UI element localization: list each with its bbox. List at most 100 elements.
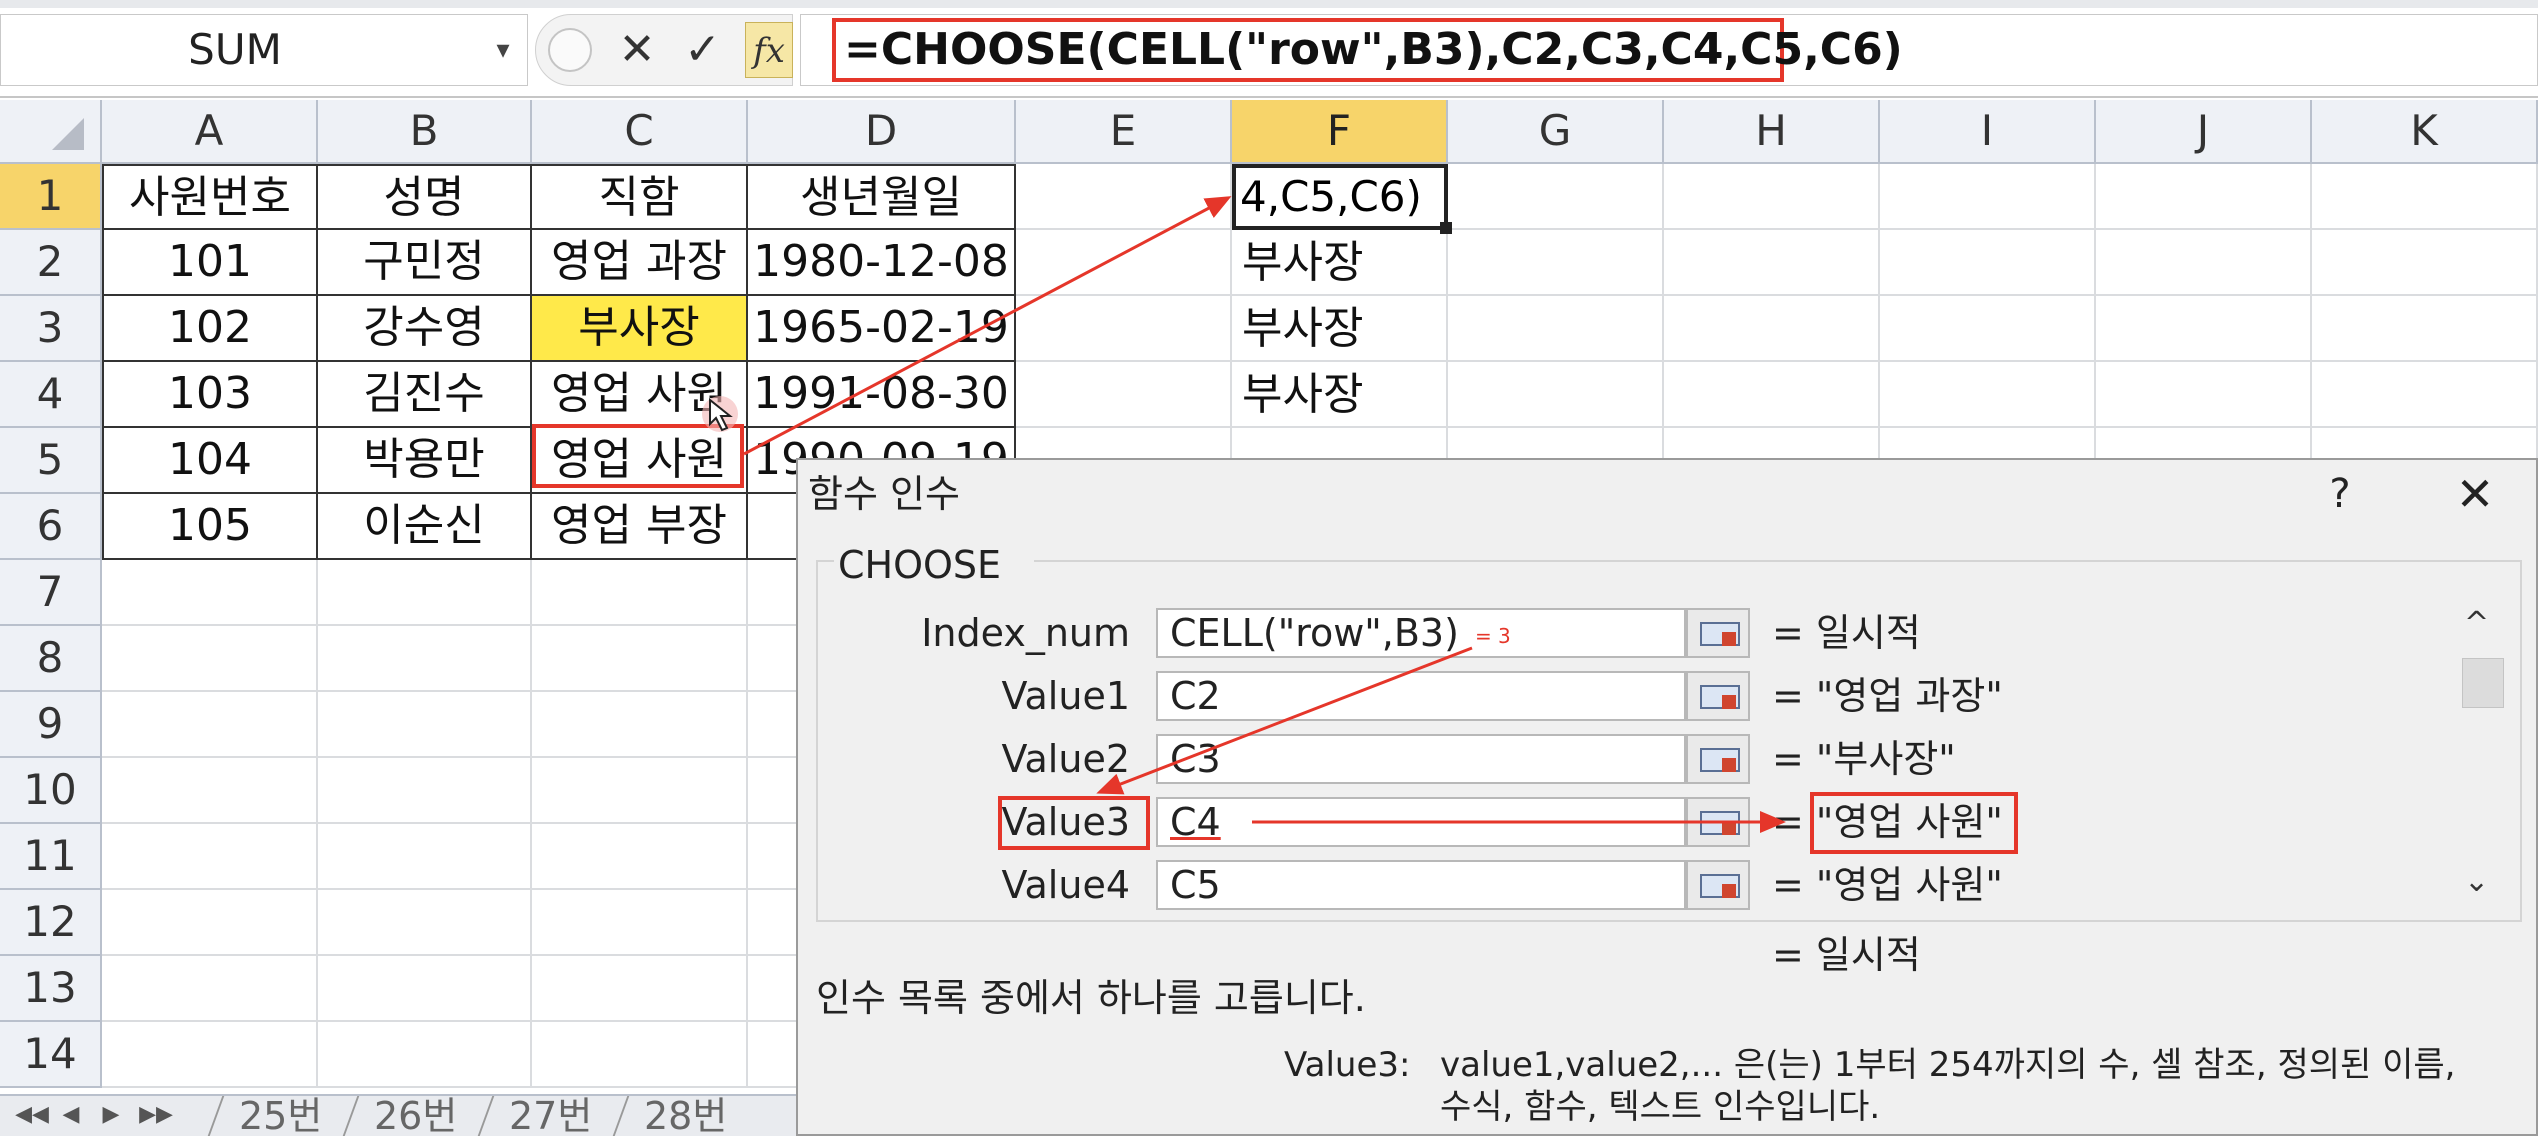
table-cell[interactable]: 박용만 bbox=[318, 428, 532, 494]
column-header-i[interactable]: I bbox=[1880, 100, 2096, 164]
grid-cell[interactable] bbox=[2096, 362, 2312, 428]
grid-cell[interactable] bbox=[102, 824, 318, 890]
grid-cell[interactable] bbox=[102, 626, 318, 692]
grid-cell[interactable] bbox=[532, 890, 748, 956]
table-cell[interactable]: 101 bbox=[102, 230, 318, 296]
grid-cell[interactable] bbox=[1016, 296, 1232, 362]
cell-f4[interactable]: 부사장 bbox=[1232, 362, 1448, 428]
table-cell[interactable]: 105 bbox=[102, 494, 318, 560]
cell-f3[interactable]: 부사장 bbox=[1232, 296, 1448, 362]
row-header-4[interactable]: 4 bbox=[0, 362, 102, 428]
table-cell[interactable]: 103 bbox=[102, 362, 318, 428]
table-cell[interactable]: 구민정 bbox=[318, 230, 532, 296]
sheet-tab[interactable]: 28번 bbox=[612, 1094, 758, 1138]
grid-cell[interactable] bbox=[318, 890, 532, 956]
next-sheet-icon[interactable]: ▶ bbox=[96, 1094, 126, 1136]
grid-cell[interactable] bbox=[1448, 230, 1664, 296]
grid-cell[interactable] bbox=[318, 758, 532, 824]
range-select-icon[interactable] bbox=[1686, 860, 1750, 910]
last-sheet-icon[interactable]: ▶▶ bbox=[136, 1094, 176, 1136]
grid-cell[interactable] bbox=[1880, 230, 2096, 296]
grid-cell[interactable] bbox=[318, 1022, 532, 1088]
row-header-3[interactable]: 3 bbox=[0, 296, 102, 362]
row-header-12[interactable]: 12 bbox=[0, 890, 102, 956]
table-cell[interactable]: 강수영 bbox=[318, 296, 532, 362]
cell-f1-editing[interactable]: 4,C5,C6) bbox=[1232, 164, 1448, 230]
row-header-6[interactable]: 6 bbox=[0, 494, 102, 560]
column-header-f[interactable]: F bbox=[1232, 100, 1448, 164]
grid-cell[interactable] bbox=[1448, 164, 1664, 230]
grid-cell[interactable] bbox=[532, 560, 748, 626]
grid-cell[interactable] bbox=[1664, 164, 1880, 230]
dialog-scrollbar[interactable]: ^ ⌄ bbox=[2448, 600, 2510, 912]
grid-cell[interactable] bbox=[1880, 164, 2096, 230]
sheet-tab[interactable]: 26번 bbox=[342, 1094, 488, 1138]
grid-cell[interactable] bbox=[532, 758, 748, 824]
table-cell[interactable]: 영업 부장 bbox=[532, 494, 748, 560]
table-header-cell[interactable]: 생년월일 bbox=[748, 164, 1016, 230]
column-header-b[interactable]: B bbox=[318, 100, 532, 164]
grid-cell[interactable] bbox=[2312, 230, 2538, 296]
grid-cell[interactable] bbox=[532, 692, 748, 758]
sheet-tab[interactable]: 25번 bbox=[207, 1094, 353, 1138]
grid-cell[interactable] bbox=[318, 956, 532, 1022]
arg-input-index-num[interactable]: CELL("row",B3) = 3 bbox=[1156, 608, 1686, 658]
arg-input-value4[interactable]: C5 bbox=[1156, 860, 1686, 910]
grid-cell[interactable] bbox=[532, 626, 748, 692]
prev-sheet-icon[interactable]: ◀ bbox=[56, 1094, 86, 1136]
scroll-down-icon[interactable]: ⌄ bbox=[2464, 864, 2489, 899]
column-header-e[interactable]: E bbox=[1016, 100, 1232, 164]
grid-cell[interactable] bbox=[1664, 362, 1880, 428]
table-cell[interactable]: 104 bbox=[102, 428, 318, 494]
grid-cell[interactable] bbox=[2096, 296, 2312, 362]
table-cell[interactable]: 1980-12-08 bbox=[748, 230, 1016, 296]
insert-function-button[interactable]: fx bbox=[745, 22, 793, 78]
grid-cell[interactable] bbox=[2096, 164, 2312, 230]
row-header-11[interactable]: 11 bbox=[0, 824, 102, 890]
grid-cell[interactable] bbox=[2096, 230, 2312, 296]
row-header-8[interactable]: 8 bbox=[0, 626, 102, 692]
row-header-10[interactable]: 10 bbox=[0, 758, 102, 824]
table-header-cell[interactable]: 성명 bbox=[318, 164, 532, 230]
grid-cell[interactable] bbox=[102, 1022, 318, 1088]
cell-f2[interactable]: 부사장 bbox=[1232, 230, 1448, 296]
grid-cell[interactable] bbox=[532, 1022, 748, 1088]
grid-cell[interactable] bbox=[102, 956, 318, 1022]
help-icon[interactable]: ? bbox=[2310, 464, 2370, 524]
row-header-14[interactable]: 14 bbox=[0, 1022, 102, 1088]
grid-cell[interactable] bbox=[1448, 296, 1664, 362]
arg-input-value1[interactable]: C2 bbox=[1156, 671, 1686, 721]
range-select-icon[interactable] bbox=[1686, 797, 1750, 847]
grid-cell[interactable] bbox=[102, 692, 318, 758]
grid-cell[interactable] bbox=[2312, 362, 2538, 428]
grid-cell[interactable] bbox=[1880, 296, 2096, 362]
grid-cell[interactable] bbox=[1664, 296, 1880, 362]
column-header-k[interactable]: K bbox=[2312, 100, 2538, 164]
grid-cell[interactable] bbox=[318, 824, 532, 890]
table-cell[interactable]: 102 bbox=[102, 296, 318, 362]
first-sheet-icon[interactable]: ◀◀ bbox=[12, 1094, 52, 1136]
select-all-corner[interactable] bbox=[0, 100, 102, 164]
cancel-icon[interactable]: ✕ bbox=[612, 14, 662, 86]
table-header-cell[interactable]: 사원번호 bbox=[102, 164, 318, 230]
scroll-thumb[interactable] bbox=[2462, 658, 2504, 708]
grid-cell[interactable] bbox=[1016, 230, 1232, 296]
column-header-d[interactable]: D bbox=[748, 100, 1016, 164]
sheet-tab[interactable]: 27번 bbox=[477, 1094, 623, 1138]
scroll-left-icon[interactable] bbox=[548, 28, 592, 72]
grid-cell[interactable] bbox=[1880, 362, 2096, 428]
row-header-9[interactable]: 9 bbox=[0, 692, 102, 758]
column-header-j[interactable]: J bbox=[2096, 100, 2312, 164]
arg-input-value2[interactable]: C3 bbox=[1156, 734, 1686, 784]
range-select-icon[interactable] bbox=[1686, 671, 1750, 721]
table-cell[interactable]: 김진수 bbox=[318, 362, 532, 428]
column-header-c[interactable]: C bbox=[532, 100, 748, 164]
row-header-2[interactable]: 2 bbox=[0, 230, 102, 296]
table-cell[interactable]: 이순신 bbox=[318, 494, 532, 560]
arg-input-value3[interactable]: C4 bbox=[1156, 797, 1686, 847]
table-cell[interactable]: 영업 과장 bbox=[532, 230, 748, 296]
grid-cell[interactable] bbox=[318, 626, 532, 692]
grid-cell[interactable] bbox=[102, 890, 318, 956]
enter-icon[interactable]: ✓ bbox=[675, 14, 730, 86]
grid-cell[interactable] bbox=[102, 560, 318, 626]
